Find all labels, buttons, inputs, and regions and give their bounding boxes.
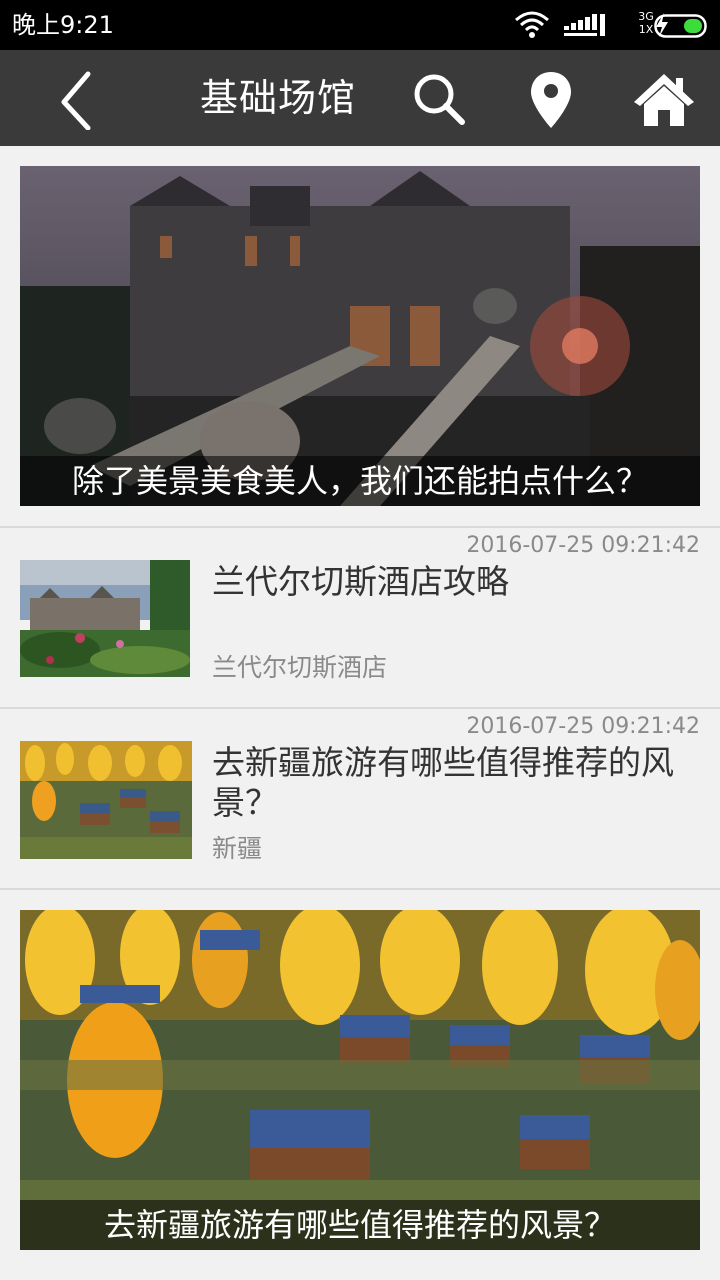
location-pin-icon[interactable] xyxy=(526,70,576,130)
back-arrow-icon[interactable] xyxy=(50,70,106,130)
home-icon[interactable] xyxy=(632,70,696,130)
featured-article-card[interactable]: 除了美景美食美人，我们还能拍点什么？ xyxy=(20,166,700,506)
item-timestamp: 2016-07-25 09:21:42 xyxy=(466,533,700,558)
status-bar: 晚上9:21 3G 1X xyxy=(0,0,720,50)
item-title: 去新疆旅游有哪些值得推荐的风景？ xyxy=(212,743,674,822)
list-item[interactable]: 2016-07-25 09:21:42 去新疆旅游有哪些值得推荐的风景？ 新疆 xyxy=(0,709,720,889)
featured-caption: 去新疆旅游有哪些值得推荐的风景？ xyxy=(20,1200,700,1250)
item-subtitle: 新疆 xyxy=(212,834,263,863)
item-timestamp: 2016-07-25 09:21:42 xyxy=(466,714,700,739)
mansion-photo xyxy=(20,166,700,506)
battery-icon xyxy=(654,14,707,38)
item-thumbnail xyxy=(20,741,192,859)
status-time: 晚上9:21 xyxy=(12,11,114,39)
list-item[interactable]: 2016-07-25 09:21:42 兰代尔切斯酒店攻略 兰代尔切斯酒店 xyxy=(0,528,720,708)
hotel-photo xyxy=(20,560,190,677)
divider xyxy=(0,888,720,890)
signal-icon xyxy=(564,14,605,36)
featured-article-card[interactable]: 去新疆旅游有哪些值得推荐的风景？ xyxy=(20,910,700,1250)
wifi-icon xyxy=(515,11,549,38)
app-bar: 基础场馆 xyxy=(0,50,720,146)
status-icons: 3G 1X xyxy=(470,8,710,42)
page-title: 基础场馆 xyxy=(200,76,357,120)
featured-caption: 除了美景美食美人，我们还能拍点什么？ xyxy=(20,456,700,506)
xinjiang-autumn-photo xyxy=(20,910,700,1250)
item-title: 兰代尔切斯酒店攻略 xyxy=(212,562,509,601)
item-thumbnail xyxy=(20,560,190,677)
item-subtitle: 兰代尔切斯酒店 xyxy=(212,653,388,682)
search-icon[interactable] xyxy=(410,72,470,128)
xinjiang-village-photo xyxy=(20,741,192,859)
